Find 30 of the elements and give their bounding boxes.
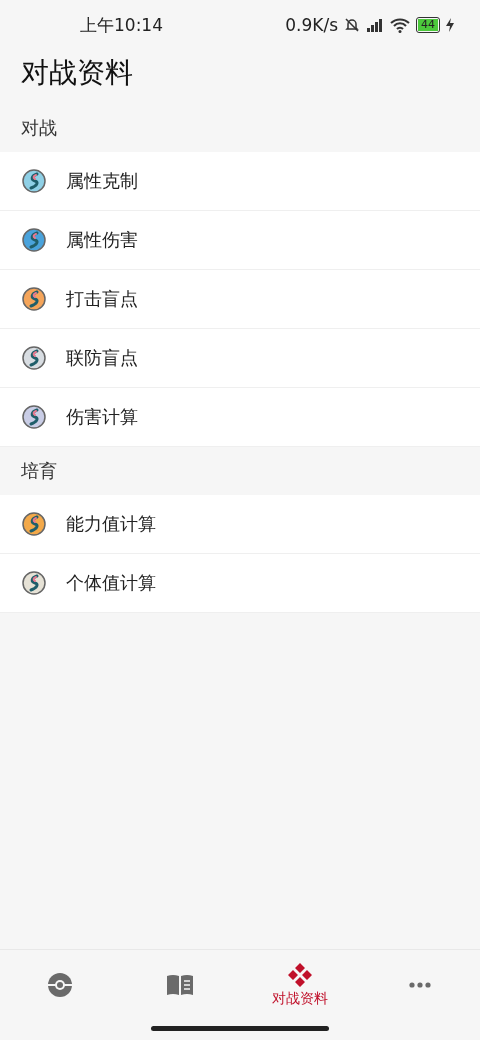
feather-icon (22, 228, 46, 252)
section-header: 对战 (20, 116, 58, 140)
book-icon[interactable] (166, 973, 194, 997)
battery-level: 44 (418, 19, 438, 31)
menu-item[interactable]: 联防盲点 (0, 329, 480, 388)
feather-icon (22, 169, 46, 193)
feather-icon (22, 405, 46, 429)
section-header: 培育 (20, 459, 58, 483)
menu-item[interactable]: 属性伤害 (0, 211, 480, 270)
tab-label: 对战资料 (272, 990, 328, 1008)
dpad-icon[interactable] (287, 962, 313, 988)
bell-muted-icon (344, 17, 360, 33)
menu-item[interactable]: 属性克制 (0, 152, 480, 211)
status-time: 上午10:14 (80, 13, 163, 37)
more-icon[interactable] (409, 982, 431, 988)
wifi-icon (390, 17, 410, 33)
page-title: 对战资料 (20, 55, 134, 91)
feather-icon (22, 512, 46, 536)
menu-item[interactable]: 能力值计算 (0, 495, 480, 554)
feather-icon (22, 571, 46, 595)
network-speed: 0.9K/s (285, 15, 338, 35)
nav-tab[interactable]: 对战资料 (240, 950, 360, 1020)
feather-icon (22, 287, 46, 311)
signal-icon (366, 17, 384, 33)
menu-item[interactable]: 个体值计算 (0, 554, 480, 613)
menu-item[interactable]: 打击盲点 (0, 270, 480, 329)
feather-icon (22, 346, 46, 370)
menu-item[interactable]: 伤害计算 (0, 388, 480, 447)
charging-icon (446, 18, 454, 32)
ball-icon[interactable] (47, 972, 73, 998)
